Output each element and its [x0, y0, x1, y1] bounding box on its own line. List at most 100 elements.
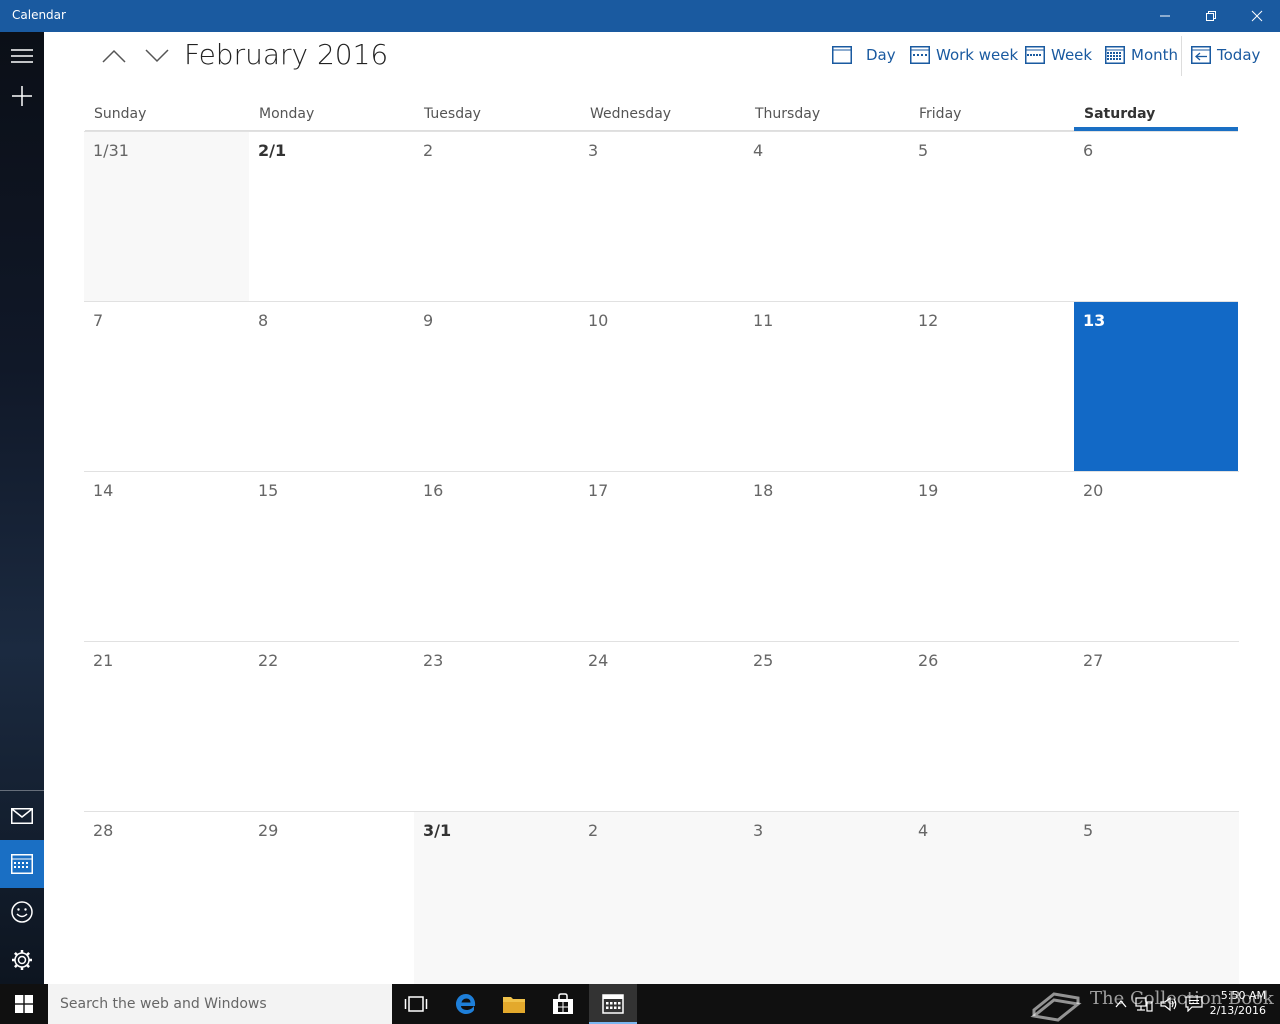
day-number: 2/1 — [258, 141, 287, 160]
new-event-button[interactable] — [0, 72, 44, 120]
day-number: 27 — [1083, 651, 1104, 670]
taskbar-clock[interactable]: 5:50 AM 2/13/2016 — [1210, 988, 1266, 1018]
settings-button[interactable] — [0, 936, 44, 984]
day-cell[interactable]: 3 — [744, 811, 909, 984]
day-number: 12 — [918, 311, 939, 330]
day-number: 15 — [258, 481, 279, 500]
task-view-icon — [404, 996, 428, 1012]
day-cell[interactable]: 21 — [84, 641, 249, 811]
calendar-button[interactable] — [0, 840, 44, 888]
action-center-button[interactable] — [1183, 984, 1205, 1024]
day-cell[interactable]: 26 — [909, 641, 1074, 811]
restore-button[interactable] — [1188, 0, 1234, 32]
day-number: 13 — [1083, 311, 1106, 330]
week-view-icon — [1025, 46, 1045, 64]
month-view-icon — [1105, 46, 1125, 64]
folder-icon — [503, 997, 525, 1013]
today-button[interactable]: Today — [1191, 42, 1260, 68]
day-cell-today[interactable]: 13 — [1074, 301, 1238, 471]
view-month-button[interactable]: Month — [1105, 42, 1178, 68]
day-cell[interactable]: 5 — [909, 131, 1074, 301]
view-day-button[interactable]: Day — [832, 42, 896, 68]
previous-month-button[interactable] — [94, 40, 134, 72]
weekday-friday: Friday — [919, 106, 962, 122]
mail-button[interactable] — [0, 792, 44, 840]
feedback-button[interactable] — [0, 888, 44, 936]
network-button[interactable] — [1132, 984, 1156, 1024]
day-number: 24 — [588, 651, 609, 670]
day-cell[interactable]: 8 — [249, 301, 414, 471]
day-cell[interactable]: 17 — [579, 471, 744, 641]
view-week-label: Week — [1051, 46, 1093, 64]
search-placeholder: Search the web and Windows — [60, 996, 267, 1012]
day-cell[interactable]: 25 — [744, 641, 909, 811]
view-month-label: Month — [1131, 46, 1179, 64]
task-view-button[interactable] — [392, 984, 440, 1024]
file-explorer-button[interactable] — [490, 984, 538, 1024]
day-cell[interactable]: 20 — [1074, 471, 1239, 641]
day-cell[interactable]: 18 — [744, 471, 909, 641]
day-cell[interactable]: 28 — [84, 811, 249, 984]
day-cell[interactable]: 27 — [1074, 641, 1239, 811]
day-cell[interactable]: 3 — [579, 131, 744, 301]
month-title[interactable]: February 2016 — [184, 38, 388, 71]
today-icon — [1191, 46, 1211, 64]
day-cell[interactable]: 16 — [414, 471, 579, 641]
view-workweek-label: Work week — [936, 46, 1019, 64]
day-cell[interactable]: 7 — [84, 301, 249, 471]
smiley-icon — [11, 901, 33, 923]
chevron-up-icon — [102, 49, 126, 63]
day-number: 29 — [258, 821, 279, 840]
day-cell[interactable]: 2 — [414, 131, 579, 301]
book-watermark-icon — [1030, 992, 1082, 1022]
day-number: 3/1 — [423, 821, 452, 840]
day-number: 8 — [258, 311, 269, 330]
day-cell[interactable]: 3/1 — [414, 811, 579, 984]
next-month-button[interactable] — [137, 40, 177, 72]
day-cell[interactable]: 29 — [249, 811, 414, 984]
clock-date: 2/13/2016 — [1209, 1004, 1266, 1017]
calendar-app-icon — [602, 994, 624, 1014]
day-number: 26 — [918, 651, 939, 670]
taskbar-search-box[interactable]: Search the web and Windows — [48, 984, 392, 1024]
day-cell[interactable]: 14 — [84, 471, 249, 641]
store-button[interactable] — [539, 984, 587, 1024]
day-number: 14 — [93, 481, 114, 500]
close-button[interactable] — [1234, 0, 1280, 32]
day-cell[interactable]: 2 — [579, 811, 744, 984]
calendar-app-button[interactable] — [589, 984, 637, 1024]
day-cell[interactable]: 10 — [579, 301, 744, 471]
view-week-button[interactable]: Week — [1025, 42, 1092, 68]
day-cell[interactable]: 24 — [579, 641, 744, 811]
day-cell[interactable]: 2/1 — [249, 131, 414, 301]
mail-icon — [11, 808, 33, 824]
day-number: 1/31 — [93, 141, 129, 160]
clock-time: 5:50 AM — [1220, 989, 1266, 1002]
day-cell[interactable]: 1/31 — [84, 131, 249, 301]
edge-browser-button[interactable] — [442, 984, 490, 1024]
day-cell[interactable]: 23 — [414, 641, 579, 811]
day-cell[interactable]: 6 — [1074, 131, 1238, 301]
day-cell[interactable]: 15 — [249, 471, 414, 641]
day-cell[interactable]: 12 — [909, 301, 1074, 471]
volume-button[interactable] — [1158, 984, 1180, 1024]
weekday-monday: Monday — [259, 106, 315, 122]
day-cell[interactable]: 19 — [909, 471, 1074, 641]
day-cell[interactable]: 4 — [909, 811, 1074, 984]
tray-overflow-button[interactable] — [1112, 984, 1130, 1024]
title-bar: Calendar — [0, 0, 1280, 32]
day-cell[interactable]: 4 — [744, 131, 909, 301]
minimize-button[interactable] — [1142, 0, 1188, 32]
day-cell[interactable]: 11 — [744, 301, 909, 471]
day-view-icon — [832, 46, 852, 64]
view-day-label: Day — [866, 46, 896, 64]
day-number: 28 — [93, 821, 114, 840]
left-rail — [0, 32, 44, 984]
day-cell[interactable]: 9 — [414, 301, 579, 471]
day-cell[interactable]: 5 — [1074, 811, 1239, 984]
plus-icon — [12, 86, 32, 106]
day-cell[interactable]: 22 — [249, 641, 414, 811]
view-workweek-button[interactable]: Work week — [910, 42, 1018, 68]
weekday-sunday: Sunday — [94, 106, 147, 122]
start-button[interactable] — [0, 984, 48, 1024]
